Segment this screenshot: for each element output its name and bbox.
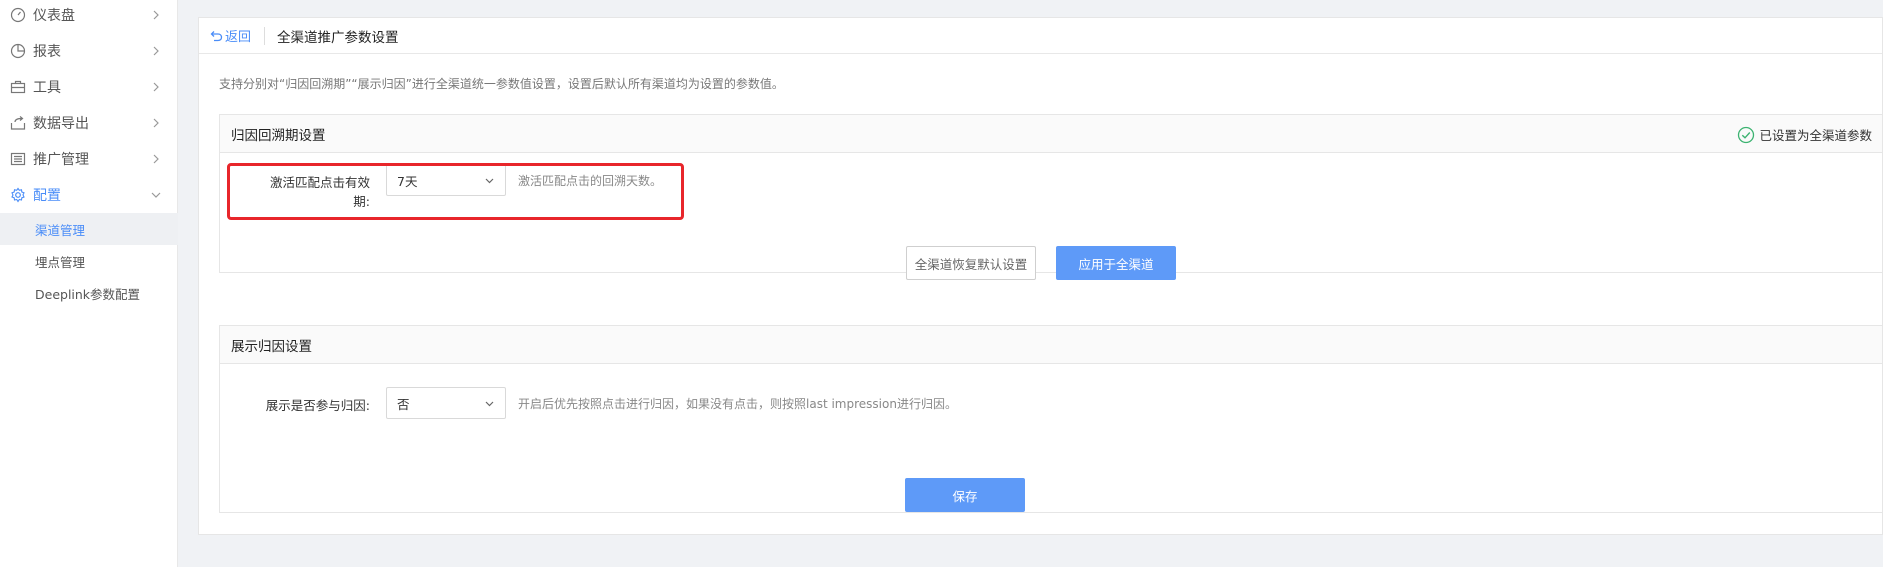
list-icon <box>10 151 26 167</box>
chevron-right-icon <box>153 46 159 56</box>
save-button[interactable]: 保存 <box>905 478 1025 512</box>
sidebar-subitem-label: 渠道管理 <box>35 222 86 238</box>
impression-card-header: 展示归因设置 <box>220 326 1882 364</box>
sidebar-item-data-export[interactable]: 数据导出 <box>0 105 178 141</box>
chevron-right-icon <box>153 118 159 128</box>
sidebar-subitem-label: 埋点管理 <box>35 254 86 270</box>
sidebar-item-tools[interactable]: 工具 <box>0 69 178 105</box>
select-value: 否 <box>397 396 410 412</box>
impression-field-hint: 开启后优先按照点击进行归因，如果没有点击，则按照last impression进… <box>518 397 957 411</box>
sidebar-item-label: 配置 <box>33 188 61 204</box>
reset-all-channels-button[interactable]: 全渠道恢复默认设置 <box>906 246 1036 280</box>
chevron-down-icon <box>151 192 161 198</box>
sidebar-subitem-tracking-management[interactable]: 埋点管理 <box>0 245 178 277</box>
back-link[interactable]: 返回 <box>209 26 251 45</box>
briefcase-icon <box>10 79 26 95</box>
pie-chart-icon <box>10 43 26 59</box>
lookback-card-title: 归因回溯期设置 <box>231 127 326 144</box>
export-icon <box>10 115 26 131</box>
check-circle-icon <box>1738 126 1755 143</box>
sidebar-item-label: 报表 <box>33 44 61 60</box>
sidebar-subitem-channel-management[interactable]: 渠道管理 <box>0 213 178 245</box>
sidebar-item-label: 推广管理 <box>33 152 89 168</box>
annotation-highlight-box <box>227 163 684 220</box>
sidebar-item-label: 数据导出 <box>33 116 89 132</box>
page-header: 返回 全渠道推广参数设置 <box>199 18 1882 54</box>
undo-arrow-icon <box>210 30 223 41</box>
back-label: 返回 <box>225 30 252 45</box>
sidebar: 仪表盘 报表 工具 数据导出 推广管理 配置 渠道管理 埋点管理 Deeplin… <box>0 0 178 567</box>
apply-all-channels-button[interactable]: 应用于全渠道 <box>1056 246 1176 280</box>
sidebar-item-promotion[interactable]: 推广管理 <box>0 141 178 177</box>
status-badge: 已设置为全渠道参数 <box>1737 125 1872 144</box>
page-title: 全渠道推广参数设置 <box>277 29 399 46</box>
chevron-right-icon <box>153 82 159 92</box>
status-text: 已设置为全渠道参数 <box>1759 128 1872 143</box>
chevron-right-icon <box>153 154 159 164</box>
chevron-down-icon <box>485 401 494 407</box>
sidebar-item-label: 工具 <box>33 80 61 96</box>
sidebar-item-label: 仪表盘 <box>33 8 75 24</box>
sidebar-item-config[interactable]: 配置 <box>0 177 178 213</box>
gear-icon <box>10 187 26 203</box>
lookback-card-header: 归因回溯期设置 已设置为全渠道参数 <box>220 115 1882 153</box>
main-panel: 返回 全渠道推广参数设置 支持分别对“归因回溯期”“展示归因”进行全渠道统一参数… <box>198 17 1883 535</box>
sidebar-subitem-deeplink-config[interactable]: Deeplink参数配置 <box>0 277 178 309</box>
page-description: 支持分别对“归因回溯期”“展示归因”进行全渠道统一参数值设置，设置后默认所有渠道… <box>219 77 784 91</box>
sidebar-item-reports[interactable]: 报表 <box>0 33 178 69</box>
sidebar-subitem-label: Deeplink参数配置 <box>35 286 141 302</box>
dashboard-icon <box>10 7 26 23</box>
impression-attribution-select[interactable]: 否 <box>386 387 506 419</box>
impression-card-title: 展示归因设置 <box>231 338 312 355</box>
impression-settings-card: 展示归因设置 展示是否参与归因: 否 开启后优先按照点击进行归因，如果没有点击，… <box>219 325 1883 513</box>
chevron-right-icon <box>153 10 159 20</box>
sidebar-item-dashboard[interactable]: 仪表盘 <box>0 0 178 33</box>
impression-field-label: 展示是否参与归因: <box>265 398 370 413</box>
header-divider <box>264 26 266 45</box>
